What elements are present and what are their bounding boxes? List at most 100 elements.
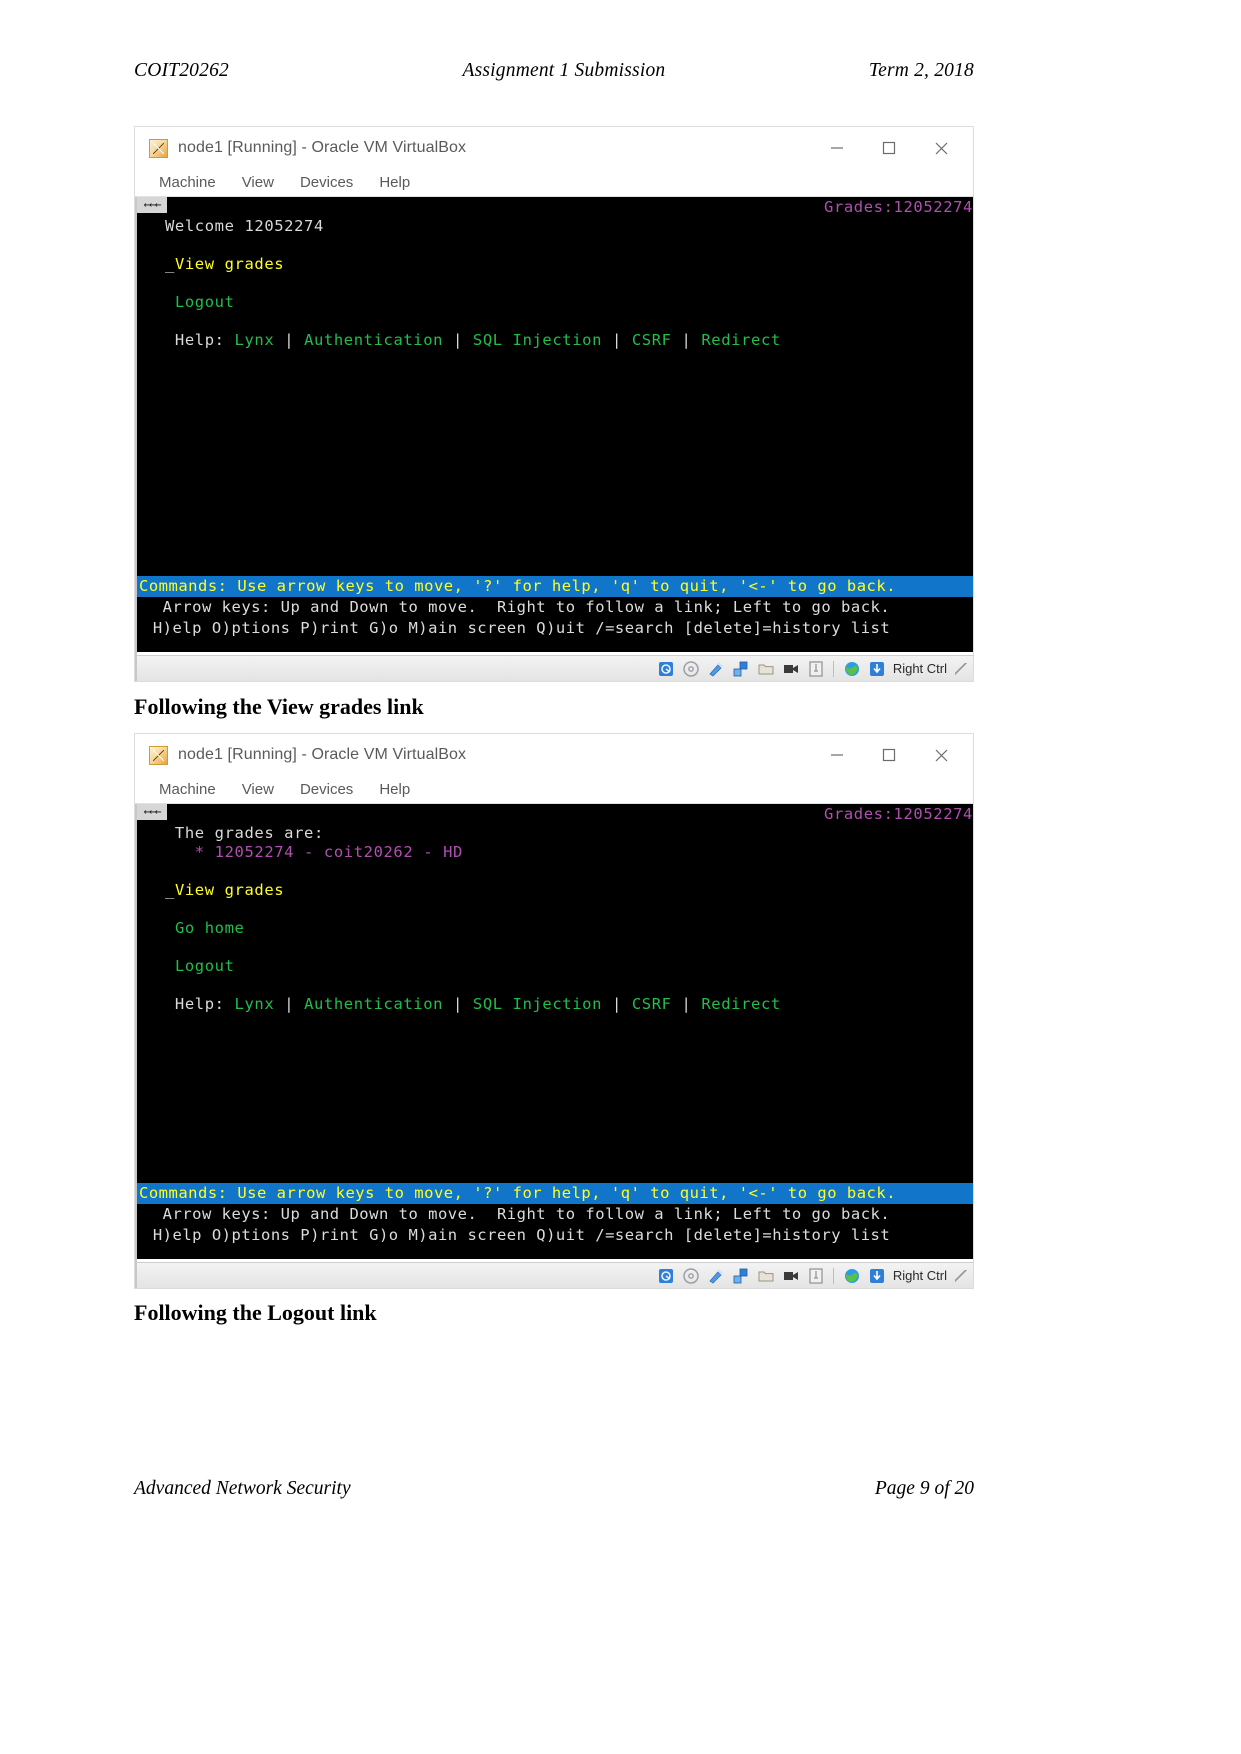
network-icon[interactable] (732, 660, 750, 678)
header-course-code: COIT20262 (134, 60, 229, 81)
lynx-link[interactable]: SQL Injection (473, 995, 602, 1013)
menu-item-view[interactable]: View (242, 781, 274, 798)
usb-icon[interactable] (707, 1267, 725, 1285)
vbox-statusbar-1: Right Ctrl (137, 655, 973, 681)
terminal-text: _ (165, 881, 175, 899)
page-footer: Advanced Network Security Page 9 of 20 (134, 1478, 974, 1500)
terminal-line: Logout (165, 293, 973, 312)
terminal-text: _ (165, 255, 175, 273)
resize-grip-icon[interactable] (955, 1269, 967, 1282)
statusbar-separator (832, 660, 834, 677)
lynx-link[interactable]: SQL Injection (473, 331, 602, 349)
terminal-text: * 12052274 - coit20262 - HD (165, 843, 463, 861)
terminal-line: Welcome 12052274 (165, 217, 973, 236)
lynx-terminal-1[interactable]: ←←← Grades:12052274 Welcome 12052274 _Vie… (137, 197, 973, 652)
window-controls (811, 734, 967, 776)
virtualbox-icon (149, 138, 168, 158)
lynx-link[interactable]: Go home (175, 919, 245, 937)
lynx-help-line-2b: H)elp O)ptions P)rint G)o M)ain screen Q… (137, 1225, 973, 1246)
terminal-text: Help: (165, 995, 235, 1013)
terminal-line: * 12052274 - coit20262 - HD (165, 843, 973, 862)
virtualbox-window-2[interactable]: node1 [Running] - Oracle VM VirtualBox M… (134, 733, 974, 1289)
window-controls (811, 127, 967, 169)
statusbar-separator (832, 1267, 834, 1284)
page-header: COIT20262 Assignment 1 Submission Term 2… (134, 60, 974, 82)
terminal-text: | (671, 331, 702, 349)
shared-folder-icon[interactable] (757, 660, 775, 678)
optical-disk-icon[interactable] (682, 660, 700, 678)
virtualbox-window-1[interactable]: node1 [Running] - Oracle VM VirtualBox M… (134, 126, 974, 682)
terminal-line: Help: Lynx | Authentication | SQL Inject… (165, 331, 973, 350)
menu-item-help[interactable]: Help (379, 174, 410, 191)
footer-page-number: Page 9 of 20 (874, 1478, 974, 1499)
maximize-icon[interactable] (863, 734, 915, 776)
lynx-help-line-1a: Arrow keys: Up and Down to move. Right t… (137, 597, 973, 618)
lynx-link[interactable]: Lynx (235, 995, 275, 1013)
menu-item-machine[interactable]: Machine (159, 174, 216, 191)
caption-view-grades: Following the View grades link (134, 694, 424, 719)
lynx-link[interactable]: Logout (175, 957, 235, 975)
lynx-command-bar-1: Commands: Use arrow keys to move, '?' fo… (137, 576, 973, 597)
terminal-text: | (602, 331, 632, 349)
lynx-link[interactable]: CSRF (632, 331, 672, 349)
network-icon[interactable] (732, 1267, 750, 1285)
menu-item-devices[interactable]: Devices (300, 174, 353, 191)
window-menubar[interactable]: Machine View Devices Help (135, 169, 973, 197)
lynx-link[interactable]: Logout (175, 293, 235, 311)
resize-grip-icon[interactable] (955, 662, 967, 675)
hard-disk-icon[interactable] (657, 1267, 675, 1285)
minimize-icon[interactable] (811, 127, 863, 169)
lynx-link[interactable]: View grades (175, 255, 284, 273)
lynx-link[interactable]: CSRF (632, 995, 672, 1013)
terminal-page-title-1: Grades:12052274 (824, 198, 973, 216)
lynx-terminal-2[interactable]: ←←← Grades:12052274 The grades are: * 12… (137, 804, 973, 1259)
lynx-help-line-2a: Arrow keys: Up and Down to move. Right t… (137, 1204, 973, 1225)
lynx-link[interactable]: Redirect (701, 331, 780, 349)
header-term: Term 2, 2018 (868, 60, 974, 81)
terminal-content-2: The grades are: * 12052274 - coit20262 -… (137, 824, 973, 1185)
terminal-content-1: Welcome 12052274 _View grades Logout Help… (137, 217, 973, 578)
terminal-line: _View grades (165, 255, 973, 274)
caption-logout: Following the Logout link (134, 1300, 377, 1325)
terminal-text: | (443, 331, 473, 349)
usb-icon[interactable] (707, 660, 725, 678)
lynx-link[interactable]: Redirect (701, 995, 780, 1013)
lynx-link[interactable]: Authentication (304, 331, 443, 349)
terminal-text: | (602, 995, 632, 1013)
terminal-line: Help: Lynx | Authentication | SQL Inject… (165, 995, 973, 1014)
window-menubar[interactable]: Machine View Devices Help (135, 776, 973, 804)
mouse-integration-icon[interactable] (868, 660, 886, 678)
window-titlebar[interactable]: node1 [Running] - Oracle VM VirtualBox (135, 734, 973, 776)
window-title: node1 [Running] - Oracle VM VirtualBox (178, 139, 467, 156)
hard-disk-icon[interactable] (657, 660, 675, 678)
menu-item-view[interactable]: View (242, 174, 274, 191)
display-icon[interactable] (807, 660, 825, 678)
globe-icon[interactable] (843, 1267, 861, 1285)
terminal-grabber-icon: ←←← (137, 197, 167, 213)
footer-unit-name: Advanced Network Security (134, 1478, 351, 1499)
menu-item-machine[interactable]: Machine (159, 781, 216, 798)
minimize-icon[interactable] (811, 734, 863, 776)
close-icon[interactable] (915, 127, 967, 169)
menu-item-help[interactable]: Help (379, 781, 410, 798)
lynx-link[interactable]: View grades (175, 881, 284, 899)
video-capture-icon[interactable] (782, 660, 800, 678)
close-icon[interactable] (915, 734, 967, 776)
lynx-link[interactable]: Lynx (235, 331, 275, 349)
mouse-integration-icon[interactable] (868, 1267, 886, 1285)
maximize-icon[interactable] (863, 127, 915, 169)
video-capture-icon[interactable] (782, 1267, 800, 1285)
lynx-link[interactable]: Authentication (304, 995, 443, 1013)
window-titlebar[interactable]: node1 [Running] - Oracle VM VirtualBox (135, 127, 973, 169)
globe-icon[interactable] (843, 660, 861, 678)
optical-disk-icon[interactable] (682, 1267, 700, 1285)
lynx-help-line-1b: H)elp O)ptions P)rint G)o M)ain screen Q… (137, 618, 973, 639)
menu-item-devices[interactable]: Devices (300, 781, 353, 798)
shared-folder-icon[interactable] (757, 1267, 775, 1285)
terminal-line: Go home (165, 919, 973, 938)
display-icon[interactable] (807, 1267, 825, 1285)
